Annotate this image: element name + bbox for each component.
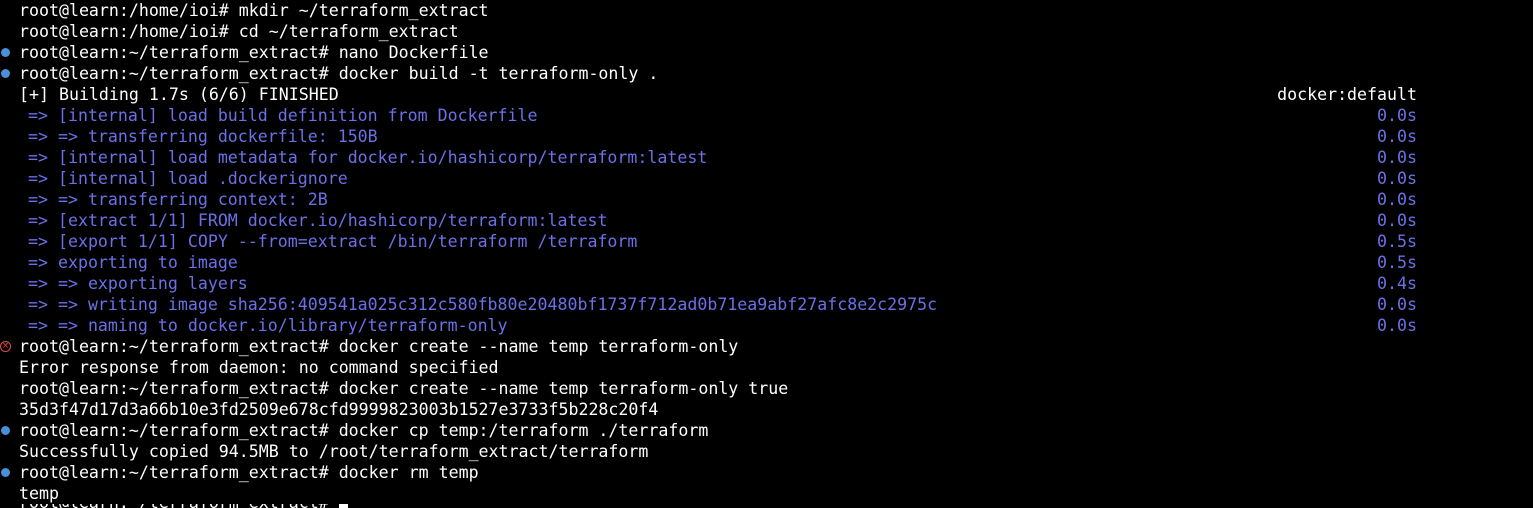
command-success-dot-icon[interactable] <box>0 42 12 63</box>
terminal-line: Successfully copied 94.5MB to /root/terr… <box>0 441 1533 462</box>
terminal-line: temp <box>0 483 1533 504</box>
line-text: root@learn:~/terraform_extract# docker c… <box>19 337 739 356</box>
terminal-line: root@learn:~/terraform_extract# docker c… <box>0 378 1533 399</box>
terminal-line: root@learn:~/terraform_extract# docker b… <box>0 63 1533 84</box>
line-text: root@learn:~/terraform_extract# docker b… <box>19 64 659 83</box>
command-success-dot-icon[interactable] <box>0 420 12 441</box>
line-text: 35d3f47d17d3a66b10e3fd2509e678cfd9999823… <box>19 400 659 419</box>
builder-name: docker:default <box>1277 85 1417 104</box>
terminal-line: [+] Building 1.7s (6/6) FINISHED docker:d… <box>0 84 1533 105</box>
terminal-line: 35d3f47d17d3a66b10e3fd2509e678cfd9999823… <box>0 399 1533 420</box>
terminal-line: root@learn:~/terraform_extract# nano Doc… <box>0 42 1533 63</box>
build-step-text: => => exporting layers <box>28 274 248 293</box>
line-text: root@learn:~/terraform_extract# docker r… <box>19 463 479 482</box>
line-text: root@learn:~/terraform_extract# docker c… <box>19 379 789 398</box>
build-step-line: => => transferring dockerfile: 150B 0.0s <box>0 126 1533 147</box>
build-step-text: => [extract 1/1] FROM docker.io/hashicor… <box>28 211 608 230</box>
current-prompt-line-clip: root@learn:~/terraform_extract# <box>0 504 1533 508</box>
line-text: Error response from daemon: no command s… <box>19 358 499 377</box>
line-text: root@learn:~/terraform_extract# docker c… <box>19 421 709 440</box>
line-text: root@learn:~/terraform_extract# nano Doc… <box>19 43 489 62</box>
terminal-line: root@learn:/home/ioi# mkdir ~/terraform_… <box>0 0 1533 21</box>
build-step-text: => => writing image sha256:409541a025c31… <box>28 295 938 314</box>
build-step-text: => [export 1/1] COPY --from=extract /bin… <box>28 232 638 251</box>
command-success-dot-icon[interactable] <box>0 63 12 84</box>
terminal-line: root@learn:~/terraform_extract# docker r… <box>0 462 1533 483</box>
line-text: root@learn:/home/ioi# mkdir ~/terraform_… <box>19 1 489 20</box>
build-step-line: => [internal] load metadata for docker.i… <box>0 147 1533 168</box>
build-step-line: => => writing image sha256:409541a025c31… <box>0 294 1533 315</box>
line-text: Successfully copied 94.5MB to /root/terr… <box>19 442 649 461</box>
terminal-line: root@learn:/home/ioi# cd ~/terraform_ext… <box>0 21 1533 42</box>
build-step-text: => => transferring dockerfile: 150B <box>28 127 378 146</box>
build-step-line: => [internal] load .dockerignore 0.0s <box>0 168 1533 189</box>
build-step-line: => => naming to docker.io/library/terraf… <box>0 315 1533 336</box>
cursor-block <box>338 504 348 508</box>
terminal-line: × root@learn:~/terraform_extract# docker … <box>0 336 1533 357</box>
build-step-duration: 0.0s <box>1377 169 1417 188</box>
line-text: root@learn:/home/ioi# cd ~/terraform_ext… <box>19 22 459 41</box>
build-step-line: => [extract 1/1] FROM docker.io/hashicor… <box>0 210 1533 231</box>
command-success-dot-icon[interactable] <box>0 462 12 483</box>
build-step-duration: 0.4s <box>1377 274 1417 293</box>
build-step-text: => => transferring context: 2B <box>28 190 328 209</box>
build-step-text: => [internal] load metadata for docker.i… <box>28 148 708 167</box>
build-step-duration: 0.0s <box>1377 148 1417 167</box>
build-step-text: => exporting to image <box>28 253 238 272</box>
build-step-line: => => exporting layers 0.4s <box>0 273 1533 294</box>
current-prompt-line[interactable]: root@learn:~/terraform_extract# <box>0 504 1533 508</box>
build-step-duration: 0.0s <box>1377 211 1417 230</box>
build-step-text: => [internal] load .dockerignore <box>28 169 348 188</box>
build-step-line: => => transferring context: 2B 0.0s <box>0 189 1533 210</box>
build-step-line: => [export 1/1] COPY --from=extract /bin… <box>0 231 1533 252</box>
terminal-window[interactable]: root@learn:/home/ioi# mkdir ~/terraform_… <box>0 0 1533 508</box>
build-step-duration: 0.0s <box>1377 295 1417 314</box>
terminal-line: root@learn:~/terraform_extract# docker c… <box>0 420 1533 441</box>
build-step-duration: 0.0s <box>1377 127 1417 146</box>
prompt-text: root@learn:~/terraform_extract# <box>19 504 339 508</box>
build-step-text: => [internal] load build definition from… <box>28 106 538 125</box>
build-step-duration: 0.5s <box>1377 253 1417 272</box>
command-error-icon[interactable]: × <box>0 336 12 357</box>
terminal-line: Error response from daemon: no command s… <box>0 357 1533 378</box>
build-step-duration: 0.0s <box>1377 316 1417 335</box>
build-step-duration: 0.0s <box>1377 190 1417 209</box>
build-step-line: => [internal] load build definition from… <box>0 105 1533 126</box>
prompt-container[interactable]: root@learn:~/terraform_extract# <box>19 504 348 508</box>
line-text: temp <box>19 484 59 503</box>
build-step-duration: 0.0s <box>1377 106 1417 125</box>
build-step-line: => exporting to image 0.5s <box>0 252 1533 273</box>
build-step-duration: 0.5s <box>1377 232 1417 251</box>
line-text: [+] Building 1.7s (6/6) FINISHED <box>19 85 339 104</box>
build-step-text: => => naming to docker.io/library/terraf… <box>28 316 508 335</box>
